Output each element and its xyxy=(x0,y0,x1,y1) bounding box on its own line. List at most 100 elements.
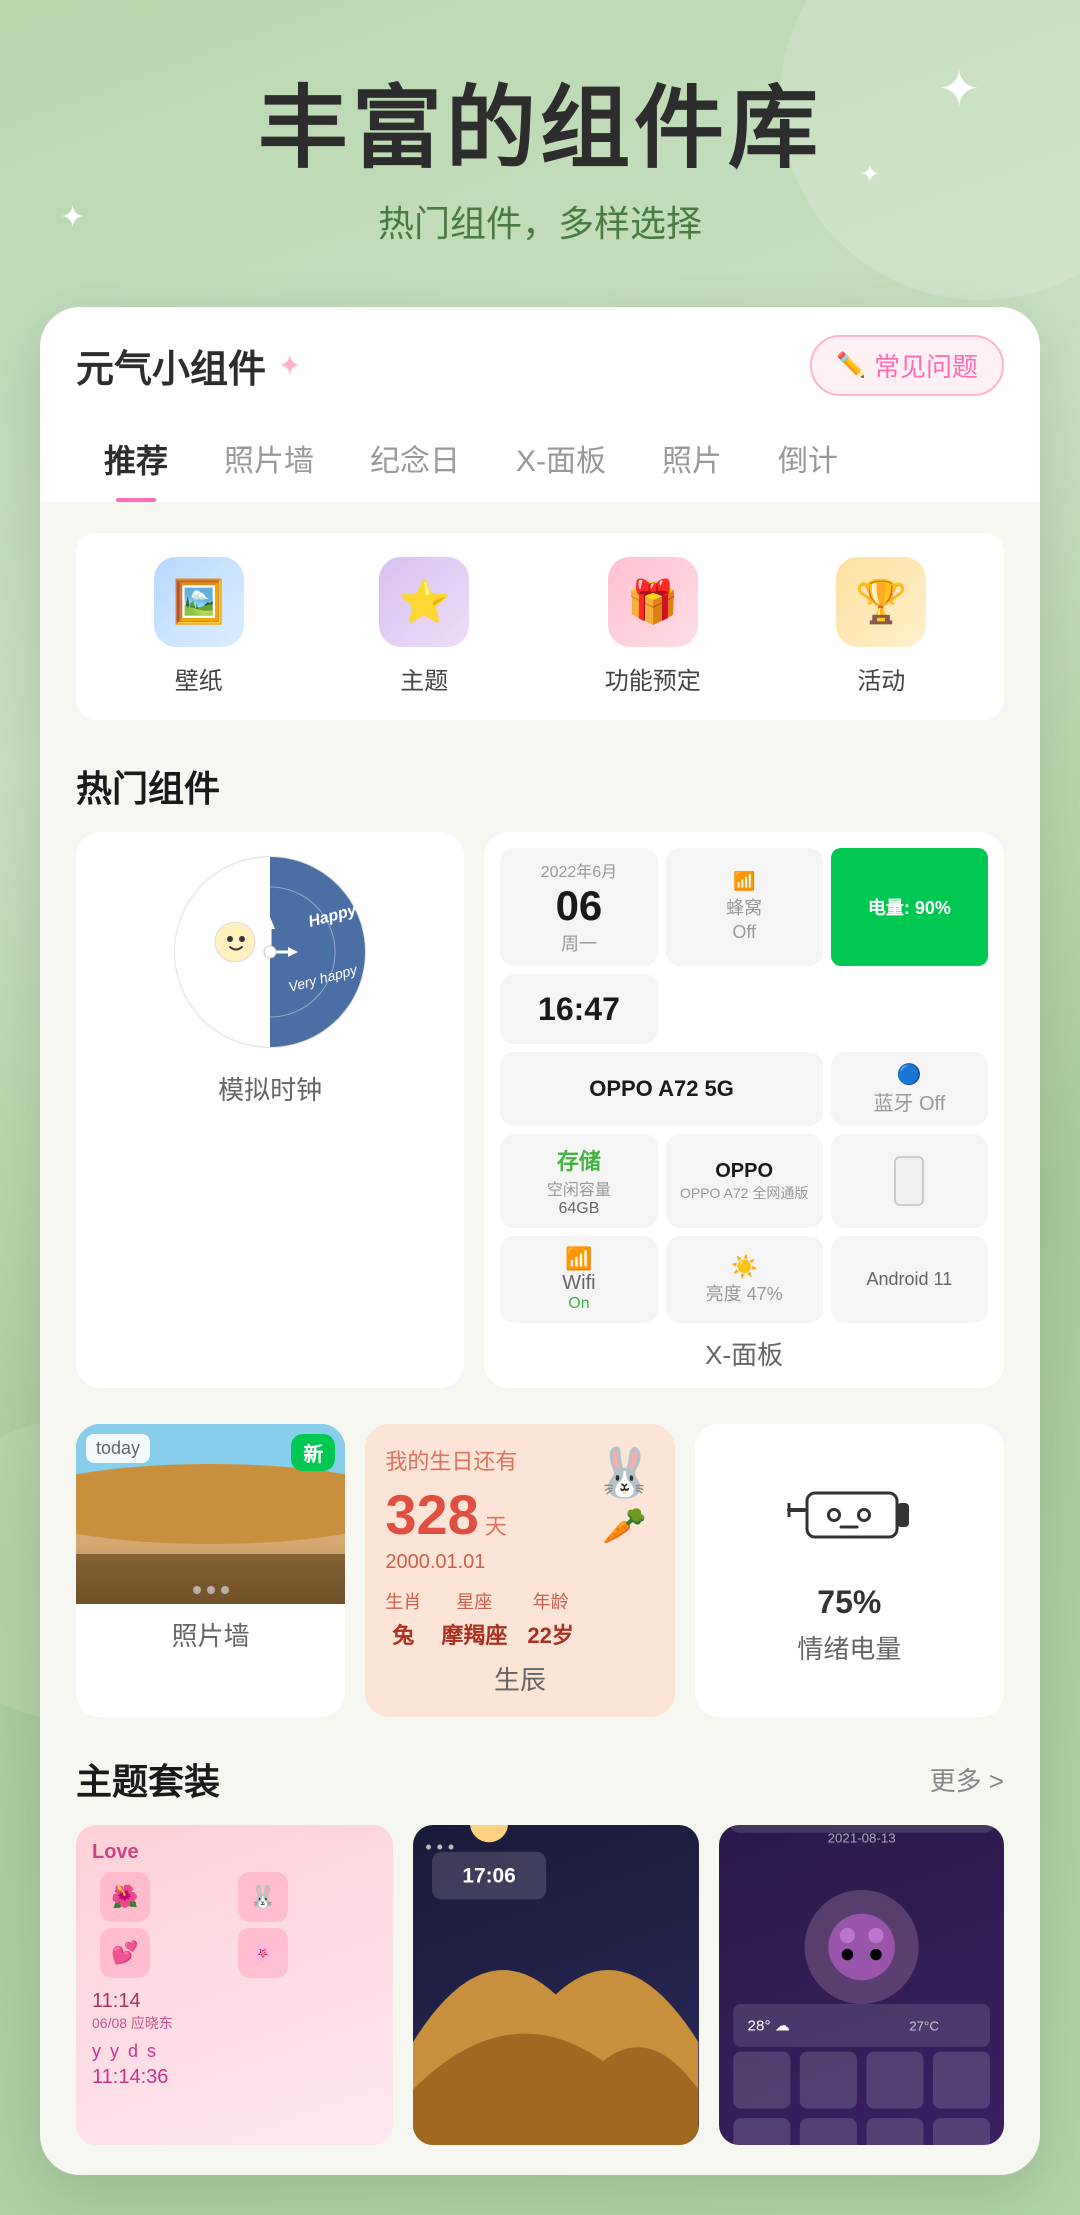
xp-model: OPPO A72 5G xyxy=(589,1076,734,1102)
bday-info: 生肖 兔 星座 摩羯座 年龄 22岁 xyxy=(385,1588,654,1650)
category-function[interactable]: 🎁 功能预定 xyxy=(605,557,701,696)
bday-title: 我的生日还有 xyxy=(385,1444,517,1476)
battery-label: 情绪电量 xyxy=(797,1629,901,1666)
today-label: today xyxy=(86,1434,150,1463)
category-activity[interactable]: 🏆 活动 xyxy=(836,557,926,696)
photo-dots xyxy=(193,1586,229,1594)
theme-section-title: 主题套装 xyxy=(76,1753,220,1805)
theme-pink-tag: y y d s xyxy=(92,2041,377,2062)
theme-card-desert[interactable]: 17:06 • • • xyxy=(413,1825,698,2145)
svg-text:2021-08-13: 2021-08-13 xyxy=(827,1830,895,1845)
content-area: 🖼️ 壁纸 ⭐ 主题 🎁 功能预定 🏆 活动 热门组件 xyxy=(40,503,1040,2175)
wallpaper-label: 壁纸 xyxy=(175,661,223,696)
battery-percent: 75% xyxy=(817,1584,881,1621)
bday-unit: 天 xyxy=(485,1509,507,1541)
age-label: 年龄 xyxy=(533,1588,569,1614)
zodiac-value: 兔 xyxy=(392,1618,414,1650)
more-link[interactable]: 更多 > xyxy=(930,1761,1004,1798)
dot-2 xyxy=(207,1586,215,1594)
app-name: 元气小组件 xyxy=(76,338,266,393)
photo-wall-widget[interactable]: today 新 照片墙 xyxy=(76,1424,345,1717)
star-value: 摩羯座 xyxy=(441,1618,507,1650)
xp-model-cell: OPPO A72 5G xyxy=(500,1052,822,1126)
xpanel-widget[interactable]: 2022年6月 06 周一 📶 蜂窝 Off 16:47 电量: 90% xyxy=(484,832,1004,1388)
xp-storage-size: 64GB xyxy=(558,1200,599,1218)
new-badge: 新 xyxy=(291,1434,335,1471)
xp-wifi-label: Wifi xyxy=(562,1272,595,1295)
clock-widget[interactable]: Happy Very happy xyxy=(76,832,464,1388)
xp-signal-cell: 📶 蜂窝 Off xyxy=(666,848,823,966)
pencil-icon: ✏️ xyxy=(836,351,866,380)
theme-card-purple[interactable]: 17:06 2021-08-13 xyxy=(719,1825,1004,2145)
xp-signal-value: Off xyxy=(732,922,756,943)
xp-date-cell: 2022年6月 06 周一 xyxy=(500,848,657,966)
battery-widget[interactable]: 75% 情绪电量 xyxy=(695,1424,1004,1717)
faq-label: 常见问题 xyxy=(874,347,978,384)
tab-bar: 推荐 照片墙 纪念日 X-面板 照片 倒计 xyxy=(40,416,1040,503)
category-wallpaper[interactable]: 🖼️ 壁纸 xyxy=(154,557,244,696)
xp-time: 16:47 xyxy=(538,991,620,1028)
clock-svg: Happy Very happy xyxy=(170,852,370,1052)
bday-days: 328 xyxy=(385,1482,478,1547)
sparkle-icon-2: ✦ xyxy=(60,200,85,235)
tab-anniversary[interactable]: 纪念日 xyxy=(342,416,488,502)
birthday-label: 生辰 xyxy=(385,1660,654,1697)
svg-text:27°C: 27°C xyxy=(909,2019,939,2034)
theme-card-pink[interactable]: Love 🌺 🐰 💕 🌸 11:14 06/08 应晓东 y y d s 11:… xyxy=(76,1825,393,2145)
bday-age: 年龄 22岁 xyxy=(527,1588,573,1650)
age-value: 22岁 xyxy=(527,1618,573,1650)
category-row: 🖼️ 壁纸 ⭐ 主题 🎁 功能预定 🏆 活动 xyxy=(76,533,1004,720)
function-label: 功能预定 xyxy=(605,661,701,696)
xp-bluetooth-cell: 🔵 蓝牙 Off xyxy=(831,1052,988,1126)
hot-widgets-title: 热门组件 xyxy=(76,760,1004,812)
page-title: 丰富的组件库 xyxy=(40,80,1040,179)
xp-oppo: OPPO xyxy=(715,1160,773,1183)
tab-photo-wall[interactable]: 照片墙 xyxy=(196,416,342,502)
tab-photo[interactable]: 照片 xyxy=(634,416,750,502)
bunny-icon: 🐰 xyxy=(595,1444,655,1501)
xp-storage-detail: 空闲容量 xyxy=(547,1176,611,1200)
bday-star: 星座 摩羯座 xyxy=(441,1588,507,1650)
svg-text:28° ☁: 28° ☁ xyxy=(747,2018,789,2035)
bday-animals: 🐰 🥕 xyxy=(595,1444,655,1547)
carrot-icon: 🥕 xyxy=(602,1505,647,1547)
robot-battery-icon xyxy=(779,1475,919,1574)
clock-label: 模拟时钟 xyxy=(218,1070,322,1107)
battery-robot-svg xyxy=(779,1475,919,1555)
app-logo: 元气小组件 ✦ xyxy=(76,338,301,393)
theme-desert-overlay: • • • xyxy=(413,1825,698,1870)
birthday-widget[interactable]: 我的生日还有 328 天 2000.01.01 🐰 🥕 生肖 xyxy=(365,1424,674,1717)
xp-storage-cell: 存储 空闲容量 64GB xyxy=(500,1134,657,1228)
faq-button[interactable]: ✏️ 常见问题 xyxy=(810,335,1004,396)
category-theme[interactable]: ⭐ 主题 xyxy=(379,557,469,696)
wallpaper-icon: 🖼️ xyxy=(154,557,244,647)
tab-countdown[interactable]: 倒计 xyxy=(750,416,866,502)
theme-love-label: Love xyxy=(92,1841,377,1864)
widget-row-2: today 新 照片墙 xyxy=(76,1424,1004,1717)
xp-android: Android 11 xyxy=(867,1269,953,1290)
sparkle-icon-3: ✦ xyxy=(860,160,880,189)
tab-xpanel[interactable]: X-面板 xyxy=(488,416,634,502)
xp-date: 06 xyxy=(556,882,603,930)
mini-icon-1: 🌺 xyxy=(100,1872,150,1922)
xp-storage: 存储 xyxy=(557,1144,601,1176)
hero-section: ✦ ✦ ✦ 丰富的组件库 热门组件，多样选择 xyxy=(0,0,1080,287)
theme-pink-bottom-time: 11:14:36 xyxy=(92,2066,377,2089)
dot-1 xyxy=(193,1586,201,1594)
xp-signal-label: 蜂窝 xyxy=(726,894,762,920)
activity-label: 活动 xyxy=(857,661,905,696)
theme-pink-datetime: 11:14 xyxy=(92,1990,377,2013)
theme-label: 主题 xyxy=(400,661,448,696)
dot-3 xyxy=(221,1586,229,1594)
xpanel-grid: 2022年6月 06 周一 📶 蜂窝 Off 16:47 电量: 90% xyxy=(500,848,988,1323)
xp-bluetooth: 蓝牙 Off xyxy=(873,1087,945,1116)
app-header: 元气小组件 ✦ ✏️ 常见问题 xyxy=(40,307,1040,416)
logo-sparkle-icon: ✦ xyxy=(278,349,301,382)
theme-icon: ⭐ xyxy=(379,557,469,647)
xp-time-cell: 16:47 xyxy=(500,974,657,1044)
xp-brightness: 亮度 47% xyxy=(706,1280,783,1306)
tab-recommend[interactable]: 推荐 xyxy=(76,416,196,502)
phone-icon xyxy=(894,1156,924,1206)
theme-pink-date: 06/08 应晓东 xyxy=(92,2013,377,2033)
xp-oppo-app: OPPO A72 全网通版 xyxy=(680,1183,808,1203)
